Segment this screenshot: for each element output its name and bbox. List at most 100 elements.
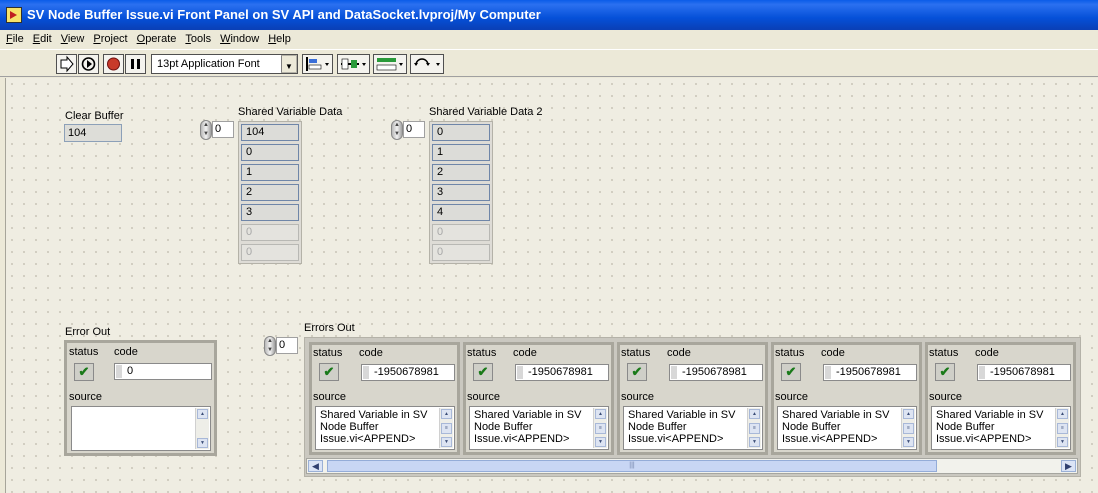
resize-objects-button[interactable] <box>373 54 407 74</box>
font-value: 13pt Application Font <box>157 58 260 70</box>
align-objects-button[interactable] <box>302 54 333 74</box>
status-check-icon: ✔ <box>781 363 801 381</box>
menu-view[interactable]: View <box>61 30 85 49</box>
run-arrow-icon <box>60 55 74 73</box>
sv-data-label: Shared Variable Data <box>238 106 343 118</box>
distribute-objects-button[interactable] <box>337 54 370 74</box>
scroll-thumb-icon[interactable]: ≡ <box>441 423 452 434</box>
array-element: 4 <box>432 204 490 221</box>
menu-edit[interactable]: Edit <box>33 30 52 49</box>
code-field: -1950678981 <box>669 364 763 381</box>
source-scrollbar[interactable]: ▲ ▼ <box>195 408 209 449</box>
window-title-bar[interactable]: SV Node Buffer Issue.vi Front Panel on S… <box>0 0 1098 30</box>
radix-indicator <box>517 366 523 379</box>
reorder-button[interactable] <box>410 54 444 74</box>
menu-operate[interactable]: Operate <box>137 30 177 49</box>
code-field: -1950678981 <box>823 364 917 381</box>
code-value: -1950678981 <box>374 366 439 378</box>
array-element: 1 <box>432 144 490 161</box>
sv-data-array: 104 0 1 2 3 0 0 <box>238 121 302 264</box>
error-out-label: Error Out <box>65 326 111 338</box>
index-increment-decrement[interactable]: ▲ ▼ <box>264 336 276 356</box>
scroll-up-icon[interactable]: ▲ <box>595 409 606 419</box>
errors-out-cluster: status code ✔ -1950678981 source Shared … <box>617 342 768 455</box>
menu-window[interactable]: Window <box>220 30 259 49</box>
source-value: Shared Variable in SV Node Buffer Issue.… <box>782 409 890 445</box>
radix-indicator <box>825 366 831 379</box>
source-scrollbar[interactable]: ▲ ≡ ▼ <box>593 408 607 448</box>
pause-icon <box>131 59 140 69</box>
menu-project[interactable]: Project <box>93 30 127 49</box>
scroll-left-icon[interactable]: ◀ <box>308 460 323 472</box>
source-scrollbar[interactable]: ▲ ≡ ▼ <box>901 408 915 448</box>
radix-indicator <box>671 366 677 379</box>
scroll-down-icon[interactable]: ▼ <box>749 437 760 447</box>
code-label: code <box>821 347 845 359</box>
status-label: status <box>621 347 651 359</box>
labview-vi-icon <box>6 7 22 23</box>
scroll-thumb-icon[interactable]: ≡ <box>749 423 760 434</box>
font-dropdown[interactable]: 13pt Application Font ▼ <box>151 54 298 74</box>
code-field: -1950678981 <box>977 364 1071 381</box>
scroll-thumb-icon[interactable]: ≡ <box>1057 423 1068 434</box>
scroll-thumb-icon[interactable]: ≡ <box>595 423 606 434</box>
scroll-right-icon[interactable]: ▶ <box>1061 460 1076 472</box>
source-value: Shared Variable in SV Node Buffer Issue.… <box>320 409 428 445</box>
scroll-up-icon[interactable]: ▲ <box>1057 409 1068 419</box>
clear-buffer-label: Clear Buffer <box>65 110 124 122</box>
scroll-up-icon[interactable]: ▲ <box>441 409 452 419</box>
run-continuously-button[interactable] <box>78 54 99 74</box>
menu-tools[interactable]: Tools <box>185 30 211 49</box>
index-value[interactable]: 0 <box>403 121 425 138</box>
abort-button[interactable] <box>103 54 124 74</box>
scroll-thumb-icon[interactable]: ≡ <box>903 423 914 434</box>
scroll-down-icon[interactable]: ▼ <box>441 437 452 447</box>
array-element-empty: 0 <box>432 224 490 241</box>
sv-data2-index[interactable]: ▲ ▼ 0 <box>391 120 425 140</box>
scroll-up-icon[interactable]: ▲ <box>197 409 208 419</box>
scroll-up-icon[interactable]: ▲ <box>903 409 914 419</box>
scroll-thumb[interactable]: ||| <box>327 460 937 472</box>
index-increment-decrement[interactable]: ▲ ▼ <box>391 120 403 140</box>
errors-out-index[interactable]: ▲ ▼ 0 <box>264 336 298 356</box>
run-continuously-icon <box>81 57 96 71</box>
source-scrollbar[interactable]: ▲ ≡ ▼ <box>1055 408 1069 448</box>
array-element: 3 <box>432 184 490 201</box>
array-element: 0 <box>241 144 299 161</box>
radix-indicator <box>116 365 122 378</box>
radix-indicator <box>979 366 985 379</box>
status-label: status <box>313 347 343 359</box>
code-label: code <box>114 346 138 358</box>
source-scrollbar[interactable]: ▲ ≡ ▼ <box>439 408 453 448</box>
index-value[interactable]: 0 <box>276 337 298 354</box>
status-check-icon: ✔ <box>74 363 94 381</box>
index-increment-decrement[interactable]: ▲ ▼ <box>200 120 212 140</box>
source-label: source <box>313 391 347 403</box>
status-check-icon: ✔ <box>627 363 647 381</box>
scroll-down-icon[interactable]: ▼ <box>1057 437 1068 447</box>
run-button[interactable] <box>56 54 77 74</box>
status-check-icon: ✔ <box>473 363 493 381</box>
source-field: Shared Variable in SV Node Buffer Issue.… <box>777 406 917 450</box>
source-field: Shared Variable in SV Node Buffer Issue.… <box>931 406 1071 450</box>
code-field: -1950678981 <box>361 364 455 381</box>
scroll-down-icon[interactable]: ▼ <box>903 437 914 447</box>
scroll-up-icon[interactable]: ▲ <box>749 409 760 419</box>
scroll-down-icon[interactable]: ▼ <box>197 438 208 448</box>
array-element: 104 <box>241 124 299 141</box>
errors-out-label: Errors Out <box>304 322 355 334</box>
sv-data-index[interactable]: ▲ ▼ 0 <box>200 120 234 140</box>
scroll-down-icon[interactable]: ▼ <box>595 437 606 447</box>
code-value: 0 <box>127 365 134 377</box>
errors-out-horizontal-scrollbar[interactable]: ◀ ||| ▶ <box>306 458 1078 474</box>
errors-out-cluster: status code ✔ -1950678981 source Shared … <box>309 342 460 455</box>
index-value[interactable]: 0 <box>212 121 234 138</box>
source-scrollbar[interactable]: ▲ ≡ ▼ <box>747 408 761 448</box>
pause-button[interactable] <box>125 54 146 74</box>
stop-icon <box>107 57 120 71</box>
code-label: code <box>975 347 999 359</box>
clear-buffer-indicator: 104 <box>64 124 122 142</box>
menu-file[interactable]: File <box>6 30 24 49</box>
source-value: Shared Variable in SV Node Buffer Issue.… <box>628 409 736 445</box>
menu-help[interactable]: Help <box>268 30 291 49</box>
